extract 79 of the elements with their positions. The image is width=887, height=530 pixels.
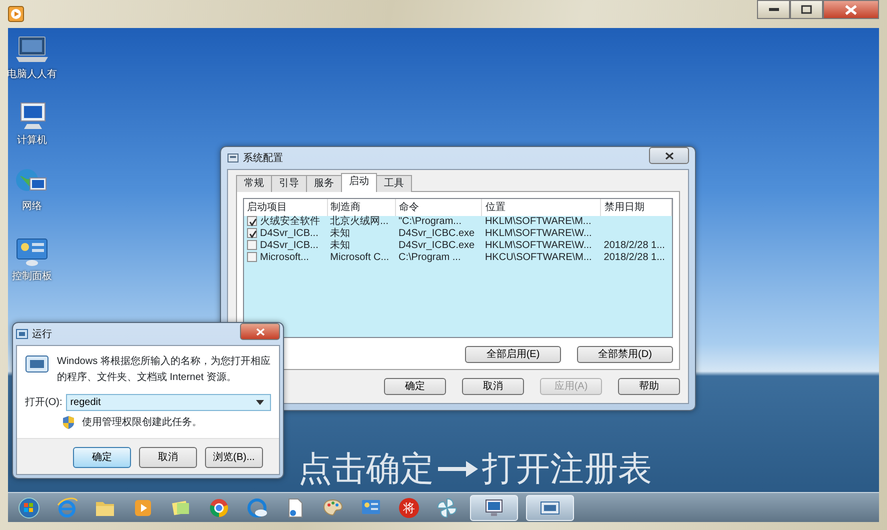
minimize-icon [768,8,778,12]
cloud-icon[interactable] [246,496,268,518]
tab[interactable]: 常规 [236,175,272,192]
maximize-icon [801,5,812,14]
dialog-button[interactable]: 浏览(B)... [205,447,263,468]
window-title: 系统配置 [243,152,283,166]
monitor-icon[interactable] [483,496,505,518]
icon-label[interactable]: 计算机 [17,133,47,148]
tab[interactable]: 引导 [271,175,307,192]
laptop-icon[interactable] [13,34,51,65]
table-cell: "C:\Program... [398,216,462,227]
tab[interactable]: 服务 [306,175,342,192]
tab[interactable]: 启动 [341,173,377,192]
table-cell: 火绒安全软件 [260,216,320,227]
column-header[interactable]: 启动项目 [244,199,328,216]
checkbox[interactable] [247,228,257,238]
dialog-button[interactable]: 帮助 [618,378,680,395]
close-button[interactable] [240,323,280,340]
dialog-button[interactable]: 取消 [462,378,524,395]
table-cell: D4Svr_ICBC.exe [398,228,475,239]
checkbox[interactable] [247,240,257,250]
table-cell: 2018/2/28 1... [604,240,665,251]
command-field[interactable]: regedit [66,394,271,411]
close-icon [845,4,857,14]
tab[interactable]: 工具 [376,175,412,192]
taskbar-window-button[interactable] [526,494,574,520]
shield-icon [63,416,74,429]
table-cell: D4Svr_ICB... [260,228,318,239]
palette-icon[interactable] [322,496,344,518]
note-text: 使用管理权限创建此任务。 [82,416,202,430]
table-cell: 北京火绒网... [330,216,388,227]
table-cell: HKLM\SOFTWARE\M... [484,216,592,227]
table-cell: HKLM\SOFTWARE\W... [484,240,592,251]
table-cell: Microsoft... [260,252,309,263]
description-text: Windows 将根据您所输入的名称，为您打开相应的程序、文件夹、文档或 Internet 资源。 [57,354,271,385]
close-button[interactable] [649,147,689,164]
column-header[interactable]: 禁用日期 [600,199,672,216]
chrome-icon[interactable] [208,496,230,518]
checkbox[interactable] [247,252,257,262]
table-cell: HKLM\SOFTWARE\W... [484,228,592,239]
table-cell: C:\Program ... [398,252,461,263]
column-header[interactable]: 命令 [395,199,482,216]
caption-text: 点击确定 [298,449,434,489]
close-icon [256,328,264,336]
play-icon [8,6,24,22]
table-cell: D4Svr_ICBC.exe [398,240,475,251]
table-cell: 未知 [330,228,350,239]
table-cell: 未知 [330,240,350,251]
table-cell: Microsoft C... [330,252,390,263]
dialog-button[interactable]: 确定 [73,447,131,468]
field-label: 打开(O): [25,396,62,410]
taskbar-app-button[interactable]: 将 [394,494,424,520]
column-header[interactable]: 位置 [482,199,601,216]
window-title: 运行 [32,328,52,342]
icon-label[interactable]: 电脑人人有 [8,67,57,82]
app-badge-icon[interactable]: 将 [399,498,419,518]
pinwheel-icon[interactable] [436,496,458,518]
checkbox[interactable] [247,216,257,226]
dialog-button[interactable]: 取消 [139,447,197,468]
caption-text: 打开注册表 [482,449,652,489]
minimize-button[interactable] [757,0,790,19]
maximize-button[interactable] [790,0,823,19]
table-cell: HKCU\SOFTWARE\M... [484,252,592,263]
taskbar-window-button[interactable] [470,494,518,520]
table-cell: 2018/2/28 1... [604,252,665,263]
settings-icon [227,152,239,164]
start-orb-icon[interactable] [18,496,40,518]
column-header[interactable]: 制造商 [327,199,396,216]
close-icon [664,152,674,160]
table-cell: D4Svr_ICB... [260,240,318,251]
dialog-button[interactable]: 确定 [384,378,446,395]
run-icon [25,354,49,374]
browser-icon[interactable] [56,496,78,518]
close-button[interactable] [823,0,879,19]
dropdown-arrow-icon[interactable] [256,400,264,405]
arrow-icon [438,459,478,479]
run-icon [16,329,28,339]
enable-button[interactable]: 全部禁用(D) [577,346,673,363]
enable-button[interactable]: 全部启用(E) [465,346,561,363]
